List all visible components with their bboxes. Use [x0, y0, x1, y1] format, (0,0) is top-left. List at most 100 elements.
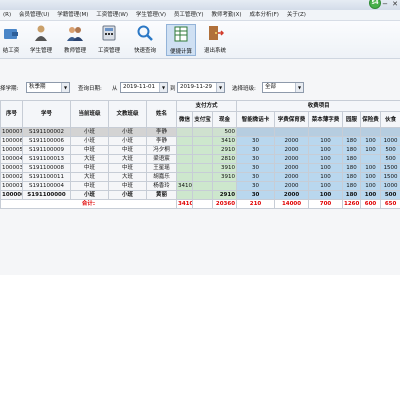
class-select[interactable]: 全部 ▼	[262, 82, 304, 93]
subject-class-cell[interactable]: 大班	[108, 154, 147, 164]
fee-uniform-cell[interactable]: 180	[342, 154, 362, 164]
exit-system-button[interactable]: 退出系统	[200, 24, 230, 56]
fee-meals-cell[interactable]: 1500	[380, 163, 400, 173]
fee-insurance-cell[interactable]: 100	[360, 172, 382, 182]
fee-card-cell[interactable]: 30	[236, 163, 276, 173]
fee-tuition-cell[interactable]: 2000	[274, 154, 310, 164]
cash-cell[interactable]: 3910	[211, 172, 238, 182]
col-wechat[interactable]: 微信	[176, 111, 193, 128]
fee-card-cell[interactable]: 30	[236, 172, 276, 182]
name-cell[interactable]: 李静	[146, 136, 177, 146]
wechat-cell[interactable]	[176, 136, 193, 146]
teacher-management-button[interactable]: 教师管理	[60, 24, 90, 56]
menu-item-payroll[interactable]: 工资管理(W)	[93, 10, 131, 21]
name-cell[interactable]: 黄丽	[146, 190, 177, 200]
current-class-cell[interactable]: 大班	[70, 172, 109, 182]
seq-cell[interactable]: 100001	[0, 181, 23, 191]
name-cell[interactable]: 李静	[146, 127, 177, 137]
current-class-cell[interactable]: 中班	[70, 163, 109, 173]
fee-uniform-cell[interactable]: 180	[342, 172, 362, 182]
subject-class-cell[interactable]: 中班	[108, 163, 147, 173]
fee-meals-cell[interactable]: 500	[380, 190, 400, 200]
seq-cell[interactable]: 100006	[0, 136, 23, 146]
fee-uniform-cell[interactable]: 180	[342, 181, 362, 191]
alipay-cell[interactable]	[192, 127, 213, 137]
alipay-cell[interactable]	[192, 190, 213, 200]
fee-meals-cell[interactable]: 1000	[380, 181, 400, 191]
student-id-cell[interactable]: S191100004	[22, 181, 71, 191]
subject-class-cell[interactable]: 大班	[108, 172, 147, 182]
col-fee-books[interactable]: 菜本薄字费	[308, 111, 344, 128]
fee-insurance-cell[interactable]: 100	[360, 145, 382, 155]
fee-tuition-cell[interactable]: 2000	[274, 145, 310, 155]
col-seq[interactable]: 序号	[0, 100, 23, 128]
seq-cell[interactable]: 100000	[0, 190, 23, 200]
fee-books-cell[interactable]: 100	[308, 154, 344, 164]
col-fee-insurance[interactable]: 保险费	[360, 111, 382, 128]
cash-cell[interactable]: 2810	[211, 154, 238, 164]
fee-card-cell[interactable]: 30	[236, 181, 276, 191]
seq-cell[interactable]: 100005	[0, 145, 23, 155]
fee-uniform-cell[interactable]: 180	[342, 136, 362, 146]
seq-cell[interactable]: 100002	[0, 172, 23, 182]
subject-class-cell[interactable]: 中班	[108, 145, 147, 155]
fee-books-cell[interactable]: 100	[308, 172, 344, 182]
fee-meals-cell[interactable]: 1000	[380, 136, 400, 146]
wechat-cell[interactable]	[176, 172, 193, 182]
col-cash[interactable]: 现金	[211, 111, 238, 128]
current-class-cell[interactable]: 中班	[70, 145, 109, 155]
student-id-cell[interactable]: S191100008	[22, 163, 71, 173]
student-id-cell[interactable]: S191100013	[22, 154, 71, 164]
menu-item-attendance[interactable]: 教师考勤(X)	[208, 10, 244, 21]
fee-books-cell[interactable]: 100	[308, 145, 344, 155]
fee-meals-cell[interactable]	[380, 127, 400, 137]
fee-books-cell[interactable]: 100	[308, 136, 344, 146]
subject-class-cell[interactable]: 中班	[108, 181, 147, 191]
subject-class-cell[interactable]: 小班	[108, 127, 147, 137]
quick-search-button[interactable]: 快速查询	[130, 24, 160, 56]
alipay-cell[interactable]	[192, 172, 213, 182]
student-id-cell[interactable]: S191100011	[22, 172, 71, 182]
name-cell[interactable]: 杨香玲	[146, 181, 177, 191]
seq-cell[interactable]: 100007	[0, 127, 23, 137]
menu-item-members[interactable]: 会员管理(U)	[16, 10, 52, 21]
alipay-cell[interactable]	[192, 145, 213, 155]
minimize-button[interactable]: −	[380, 0, 390, 8]
wechat-cell[interactable]	[176, 163, 193, 173]
menu-item-students[interactable]: 学生管理(V)	[133, 10, 169, 21]
settle-wages-button[interactable]: 结工资	[0, 24, 24, 56]
col-subject-class[interactable]: 文教班级	[108, 100, 147, 128]
student-id-cell[interactable]: S191100000	[22, 190, 71, 200]
fee-card-cell[interactable]: 30	[236, 190, 276, 200]
fee-tuition-cell[interactable]	[274, 127, 310, 137]
table-row[interactable]: 100001 S191100004 中班 中班 杨香玲 3410 30 2000 100 180 1…	[0, 181, 400, 191]
fee-meals-cell[interactable]: 500	[380, 145, 400, 155]
col-fee-uniform[interactable]: 园服	[342, 111, 362, 128]
subject-class-cell[interactable]: 小班	[108, 136, 147, 146]
fee-insurance-cell[interactable]	[360, 154, 382, 164]
menu-item-cost[interactable]: 成本分析(F)	[246, 10, 281, 21]
fee-meals-cell[interactable]: 500	[380, 154, 400, 164]
menu-item-staff[interactable]: 员工管理(Y)	[171, 10, 207, 21]
col-fee-meals[interactable]: 伙食	[380, 111, 400, 128]
seq-cell[interactable]: 100004	[0, 154, 23, 164]
cash-cell[interactable]	[211, 181, 238, 191]
name-cell[interactable]: 冯夕桐	[146, 145, 177, 155]
fee-uniform-cell[interactable]: 180	[342, 145, 362, 155]
name-cell[interactable]: 梁语宸	[146, 154, 177, 164]
fee-books-cell[interactable]: 100	[308, 181, 344, 191]
close-button[interactable]: ✕	[390, 0, 400, 8]
cash-cell[interactable]: 3410	[211, 136, 238, 146]
alipay-cell[interactable]	[192, 181, 213, 191]
alipay-cell[interactable]	[192, 163, 213, 173]
fee-books-cell[interactable]: 100	[308, 163, 344, 173]
name-cell[interactable]: 王星瑶	[146, 163, 177, 173]
fee-uniform-cell[interactable]: 180	[342, 190, 362, 200]
wechat-cell[interactable]	[176, 127, 193, 137]
col-name[interactable]: 姓名	[146, 100, 177, 128]
fee-tuition-cell[interactable]: 2000	[274, 172, 310, 182]
col-fee-card[interactable]: 智能微话卡	[236, 111, 276, 128]
cash-cell[interactable]: 500	[211, 127, 238, 137]
wechat-cell[interactable]: 3410	[176, 181, 193, 191]
current-class-cell[interactable]: 中班	[70, 181, 109, 191]
